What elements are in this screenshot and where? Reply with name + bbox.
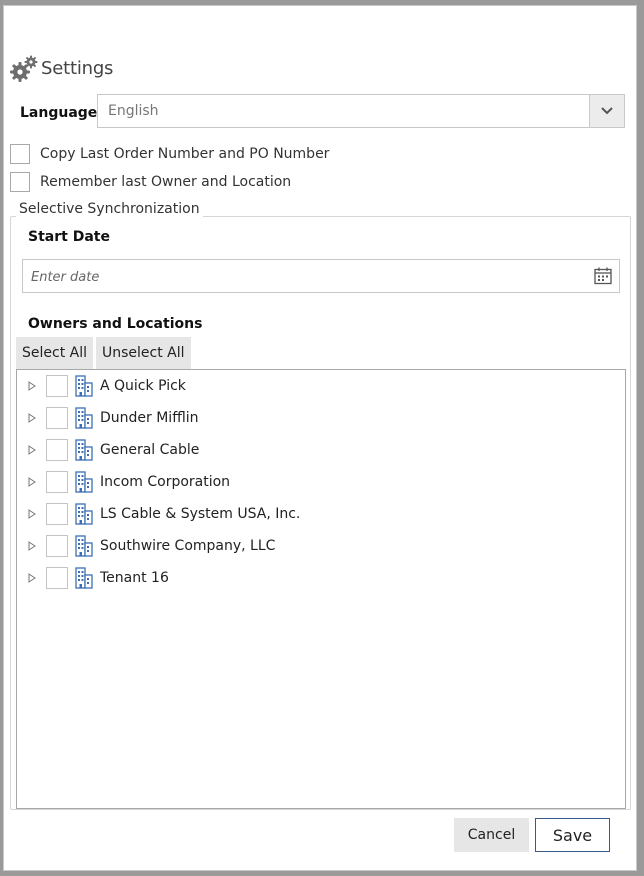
- building-icon: [75, 407, 93, 429]
- remember-owner-option[interactable]: Remember last Owner and Location: [10, 172, 291, 192]
- expand-arrow-icon[interactable]: [23, 381, 41, 391]
- save-button[interactable]: Save: [535, 818, 610, 852]
- tree-node-checkbox[interactable]: [46, 407, 68, 429]
- gear-icon: [10, 55, 38, 82]
- building-icon: [75, 567, 93, 589]
- building-icon: [75, 439, 93, 461]
- expand-arrow-icon[interactable]: [23, 573, 41, 583]
- language-select[interactable]: English: [97, 94, 625, 128]
- tree-node[interactable]: Southwire Company, LLC: [17, 530, 275, 562]
- tree-node-checkbox[interactable]: [46, 567, 68, 589]
- selection-button-bar: Select All Unselect All: [16, 337, 194, 369]
- expand-arrow-icon[interactable]: [23, 509, 41, 519]
- calendar-icon[interactable]: [593, 266, 613, 286]
- building-icon: [75, 503, 93, 525]
- expand-arrow-icon[interactable]: [23, 477, 41, 487]
- tree-node-label: LS Cable & System USA, Inc.: [100, 506, 301, 522]
- tree-node[interactable]: Incom Corporation: [17, 466, 230, 498]
- remember-owner-label: Remember last Owner and Location: [40, 174, 292, 190]
- tree-node-checkbox[interactable]: [46, 375, 68, 397]
- building-icon: [75, 535, 93, 557]
- copy-last-order-option[interactable]: Copy Last Order Number and PO Number: [10, 144, 329, 164]
- settings-window: Settings Language English Copy Last Orde…: [3, 5, 637, 871]
- tree-node-label: Incom Corporation: [100, 474, 231, 490]
- selective-sync-legend: Selective Synchronization: [16, 201, 203, 217]
- unselect-all-button[interactable]: Unselect All: [96, 337, 191, 369]
- page-title: Settings: [9, 53, 113, 83]
- copy-last-order-label: Copy Last Order Number and PO Number: [40, 146, 330, 162]
- tree-node-checkbox[interactable]: [46, 471, 68, 493]
- tree-node-checkbox[interactable]: [46, 439, 68, 461]
- tree-node-checkbox[interactable]: [46, 535, 68, 557]
- tree-node-label: A Quick Pick: [100, 378, 186, 394]
- owners-tree[interactable]: A Quick Pick Dunder Mifflin General Cabl…: [16, 369, 626, 809]
- tree-node-label: Dunder Mifflin: [100, 410, 199, 426]
- tree-node[interactable]: Tenant 16: [17, 562, 169, 594]
- remember-owner-checkbox[interactable]: [10, 172, 30, 192]
- select-all-button[interactable]: Select All: [16, 337, 93, 369]
- expand-arrow-icon[interactable]: [23, 541, 41, 551]
- tree-node-label: General Cable: [100, 442, 200, 458]
- tree-node[interactable]: A Quick Pick: [17, 370, 186, 402]
- tree-node[interactable]: LS Cable & System USA, Inc.: [17, 498, 300, 530]
- copy-last-order-checkbox[interactable]: [10, 144, 30, 164]
- language-dropdown-button[interactable]: [589, 95, 624, 127]
- language-value: English: [108, 103, 159, 119]
- chevron-down-icon: [601, 107, 613, 115]
- expand-arrow-icon[interactable]: [23, 413, 41, 423]
- tree-node-checkbox[interactable]: [46, 503, 68, 525]
- start-date-label: Start Date: [28, 229, 110, 245]
- cancel-button[interactable]: Cancel: [454, 818, 529, 852]
- owners-locations-label: Owners and Locations: [28, 316, 203, 332]
- tree-node[interactable]: Dunder Mifflin: [17, 402, 199, 434]
- start-date-field[interactable]: [22, 259, 620, 293]
- tree-node[interactable]: General Cable: [17, 434, 199, 466]
- language-label: Language: [20, 105, 98, 121]
- start-date-input[interactable]: [29, 266, 583, 288]
- tree-node-label: Tenant 16: [100, 570, 169, 586]
- settings-title: Settings: [41, 57, 114, 79]
- building-icon: [75, 375, 93, 397]
- expand-arrow-icon[interactable]: [23, 445, 41, 455]
- building-icon: [75, 471, 93, 493]
- tree-node-label: Southwire Company, LLC: [100, 538, 276, 554]
